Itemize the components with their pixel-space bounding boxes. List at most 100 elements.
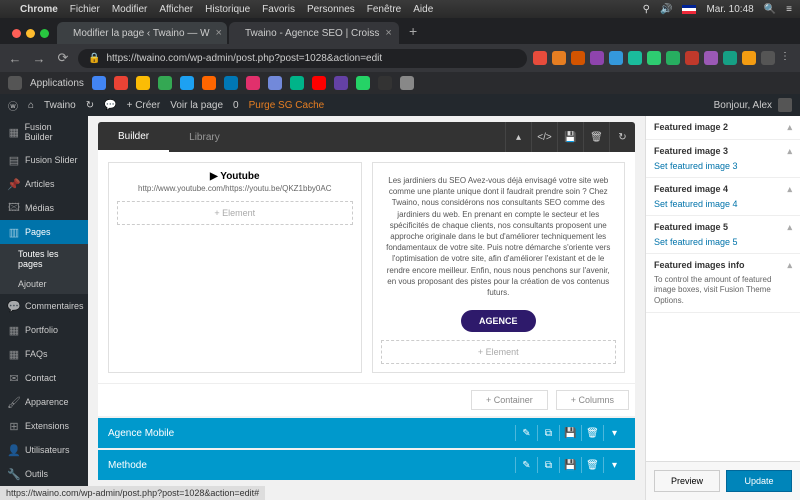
menu-fenetre[interactable]: Fenêtre: [367, 4, 401, 15]
column-left[interactable]: ▶ Youtube http://www.youtube.com/https:/…: [108, 162, 362, 373]
bookmark-icon[interactable]: [136, 76, 150, 90]
history-icon[interactable]: ↻: [609, 122, 635, 152]
tab-library[interactable]: Library: [169, 122, 240, 152]
meta-link[interactable]: Set featured image 3: [654, 161, 792, 171]
sidebar-sub-add[interactable]: Ajouter: [0, 274, 88, 294]
wifi-icon[interactable]: ⚲: [643, 4, 650, 15]
menu-icon[interactable]: ≡: [786, 4, 792, 15]
sidebar-contact[interactable]: ✉Contact: [0, 366, 88, 390]
ext-icon[interactable]: [742, 51, 756, 65]
new-tab-button[interactable]: +: [401, 18, 425, 44]
move-icon[interactable]: ▾: [603, 425, 625, 441]
maximize-window[interactable]: [40, 29, 49, 38]
spotlight-icon[interactable]: 🔍: [764, 4, 776, 15]
menu-fichier[interactable]: Fichier: [70, 4, 100, 15]
update-button[interactable]: Update: [726, 470, 792, 492]
sidebar-tools[interactable]: 🔧Outils: [0, 462, 88, 486]
bookmark-icon[interactable]: [378, 76, 392, 90]
sidebar-faqs[interactable]: ▦FAQs: [0, 342, 88, 366]
back-button[interactable]: ←: [6, 51, 24, 66]
forward-button[interactable]: →: [30, 51, 48, 66]
bookmark-icon[interactable]: [180, 76, 194, 90]
sidebar-extensions[interactable]: ⊞Extensions: [0, 414, 88, 438]
text-block[interactable]: Les jardiniers du SEO Avez-vous déjà env…: [381, 171, 617, 302]
chevron-up-icon[interactable]: ▴: [787, 260, 792, 271]
menu-aide[interactable]: Aide: [413, 4, 433, 15]
bookmark-icon[interactable]: [334, 76, 348, 90]
wpbar-purge[interactable]: Purge SG Cache: [249, 100, 325, 111]
bookmark-icon[interactable]: [158, 76, 172, 90]
bookmark-icon[interactable]: [400, 76, 414, 90]
preview-button[interactable]: Preview: [654, 470, 720, 492]
sidebar-portfolio[interactable]: ▦Portfolio: [0, 318, 88, 342]
minimize-window[interactable]: [26, 29, 35, 38]
volume-icon[interactable]: 🔊: [660, 4, 672, 15]
bookmark-icon[interactable]: [312, 76, 326, 90]
ext-icon[interactable]: [685, 51, 699, 65]
menu-modifier[interactable]: Modifier: [112, 4, 148, 15]
clone-icon[interactable]: ⧉: [537, 425, 559, 441]
edit-icon[interactable]: ✎: [515, 457, 537, 473]
column-right[interactable]: Les jardiniers du SEO Avez-vous déjà env…: [372, 162, 626, 373]
meta-featured-2[interactable]: Featured image 2▴: [646, 116, 800, 140]
bookmark-icon[interactable]: [356, 76, 370, 90]
bookmark-icon[interactable]: [202, 76, 216, 90]
wpbar-view-page[interactable]: Voir la page: [170, 100, 223, 111]
menu-historique[interactable]: Historique: [205, 4, 250, 15]
wpbar-seo[interactable]: 0: [233, 100, 239, 111]
ext-icon[interactable]: [571, 51, 585, 65]
sidebar-comments[interactable]: 💬Commentaires: [0, 294, 88, 318]
close-tab-icon[interactable]: ×: [385, 27, 391, 39]
tab-builder[interactable]: Builder: [98, 122, 169, 152]
ext-icon[interactable]: [590, 51, 604, 65]
menu-afficher[interactable]: Afficher: [159, 4, 193, 15]
move-icon[interactable]: ▾: [603, 457, 625, 473]
sidebar-pages[interactable]: ▥Pages: [0, 220, 88, 244]
apps-icon[interactable]: [8, 76, 22, 90]
ext-icon[interactable]: [609, 51, 623, 65]
row-methode[interactable]: Methode ✎ ⧉ 💾 🗑 ▾: [98, 450, 635, 480]
greeting[interactable]: Bonjour, Alex: [714, 100, 772, 111]
clone-icon[interactable]: ⧉: [537, 457, 559, 473]
meta-link[interactable]: Set featured image 4: [654, 199, 792, 209]
app-name[interactable]: Chrome: [20, 4, 58, 15]
bookmark-icon[interactable]: [290, 76, 304, 90]
ext-icon[interactable]: [723, 51, 737, 65]
chevron-up-icon[interactable]: ▴: [787, 184, 792, 195]
bookmark-icon[interactable]: [224, 76, 238, 90]
meta-featured-4[interactable]: Featured image 4▴ Set featured image 4: [646, 178, 800, 216]
ext-icon[interactable]: [628, 51, 642, 65]
toggle-icon[interactable]: ▴: [505, 122, 531, 152]
apps-label[interactable]: Applications: [30, 78, 84, 89]
save-icon[interactable]: 💾: [557, 122, 583, 152]
sidebar-articles[interactable]: 📌Articles: [0, 172, 88, 196]
meta-link[interactable]: Set featured image 5: [654, 237, 792, 247]
edit-icon[interactable]: ✎: [515, 425, 537, 441]
ext-icon[interactable]: [647, 51, 661, 65]
meta-featured-info[interactable]: Featured images info▴ To control the amo…: [646, 254, 800, 313]
bookmark-icon[interactable]: [268, 76, 282, 90]
ext-icon[interactable]: [704, 51, 718, 65]
delete-icon[interactable]: 🗑: [581, 425, 603, 441]
updates-icon[interactable]: ↻: [86, 100, 94, 111]
site-name[interactable]: Twaino: [44, 100, 76, 111]
add-container-button[interactable]: + Container: [471, 390, 548, 410]
add-element-button[interactable]: + Element: [117, 201, 353, 225]
youtube-block[interactable]: ▶ Youtube http://www.youtube.com/https:/…: [117, 171, 353, 193]
ext-icon[interactable]: [666, 51, 680, 65]
bookmark-icon[interactable]: [92, 76, 106, 90]
menu-favoris[interactable]: Favoris: [262, 4, 295, 15]
comments-icon[interactable]: 💬: [104, 100, 116, 111]
menu-icon[interactable]: ⋮: [780, 51, 794, 65]
bookmark-icon[interactable]: [246, 76, 260, 90]
agence-button[interactable]: AGENCE: [461, 310, 536, 332]
ext-icon[interactable]: [533, 51, 547, 65]
ext-icon[interactable]: [552, 51, 566, 65]
tab-0[interactable]: Modifier la page ‹ Twaino — W ×: [57, 22, 227, 44]
add-element-button[interactable]: + Element: [381, 340, 617, 364]
sidebar-fusion-builder[interactable]: ▦Fusion Builder: [0, 116, 88, 148]
meta-featured-3[interactable]: Featured image 3▴ Set featured image 3: [646, 140, 800, 178]
sidebar-users[interactable]: 👤Utilisateurs: [0, 438, 88, 462]
delete-icon[interactable]: 🗑: [581, 457, 603, 473]
add-columns-button[interactable]: + Columns: [556, 390, 629, 410]
